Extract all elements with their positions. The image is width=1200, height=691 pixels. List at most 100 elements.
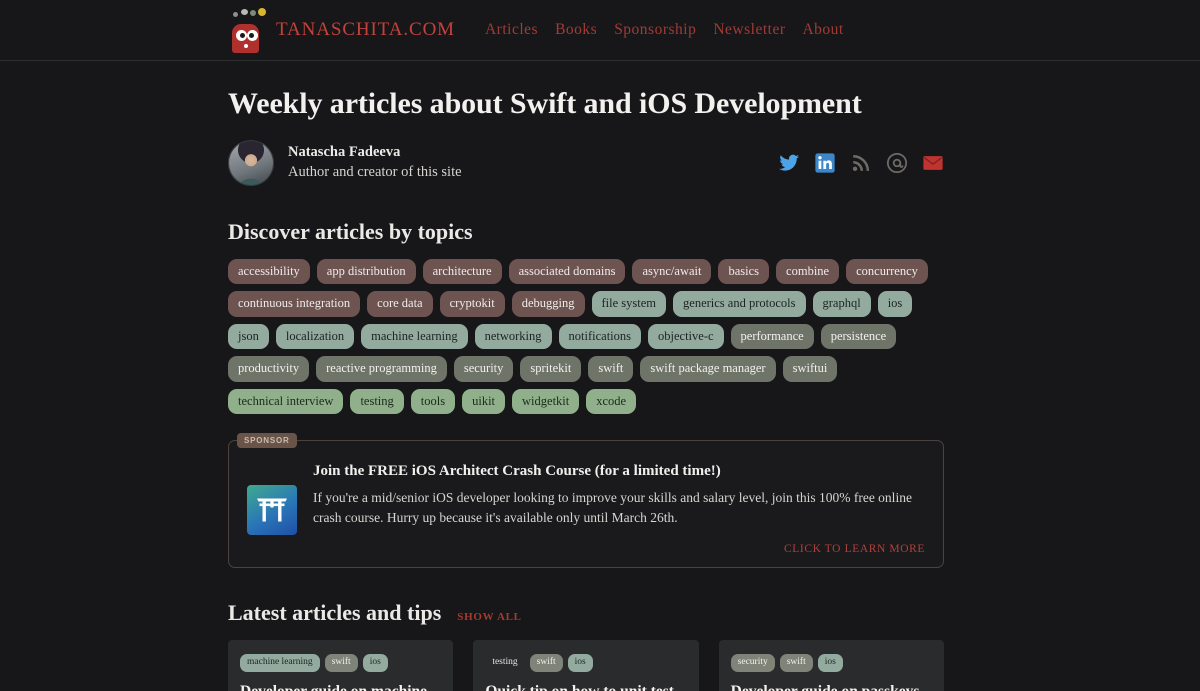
- topic-tag[interactable]: swift: [588, 356, 634, 382]
- topic-tag[interactable]: app distribution: [316, 258, 416, 284]
- rss-icon: [852, 154, 870, 171]
- topic-tag[interactable]: json: [228, 323, 269, 349]
- topic-tag[interactable]: spritekit: [520, 356, 582, 382]
- sponsor-title: Join the FREE iOS Architect Crash Course…: [313, 463, 721, 479]
- article-card-tags: security swift ios: [730, 653, 932, 672]
- sponsor-cta-link[interactable]: CLICK TO LEARN MORE: [313, 543, 925, 555]
- article-card-title: Quick tip on how to unit test Swift opti…: [485, 682, 686, 691]
- topic-tag[interactable]: performance: [730, 323, 814, 349]
- topic-tag[interactable]: cryptokit: [439, 291, 505, 317]
- twitter-link[interactable]: [778, 152, 800, 174]
- topic-tag[interactable]: file system: [591, 291, 667, 317]
- topic-tag[interactable]: localization: [275, 323, 355, 349]
- logo-antenna-dot-1: [233, 12, 238, 17]
- linkedin-link[interactable]: [814, 152, 836, 174]
- logo-antenna-dot-2: [241, 9, 248, 15]
- topic-tag[interactable]: productivity: [228, 356, 310, 382]
- logo-antenna-flower: [258, 8, 266, 16]
- topic-tag[interactable]: associated domains: [508, 258, 626, 284]
- article-card-tags: testing swift ios: [485, 653, 686, 673]
- topics-heading-text: Discover articles by topics: [228, 218, 473, 244]
- main-navigation: Articles Books Sponsorship Newsletter Ab…: [485, 21, 844, 39]
- topic-tag[interactable]: concurrency: [846, 258, 928, 284]
- topic-tag[interactable]: ios: [877, 291, 913, 317]
- avatar: [228, 139, 274, 186]
- article-card-tags: machine learning swift ios: [240, 653, 441, 672]
- article-card-tag[interactable]: swift: [779, 653, 813, 672]
- topics-heading: Discover articles by topics: [228, 219, 944, 245]
- sponsor-description: If you're a mid/senior iOS developer loo…: [313, 490, 912, 526]
- article-card-title: Developer guide on machine learning for …: [240, 682, 441, 691]
- article-card-tag[interactable]: ios: [362, 653, 388, 672]
- linkedin-icon: [815, 152, 835, 173]
- nav-item-books[interactable]: Books: [555, 21, 597, 39]
- topic-tag[interactable]: widgetkit: [512, 388, 580, 414]
- torii-gate-glyph: [257, 498, 287, 522]
- topic-tag[interactable]: continuous integration: [228, 291, 361, 317]
- topic-tag[interactable]: reactive programming: [316, 356, 447, 382]
- topic-tag[interactable]: technical interview: [228, 388, 344, 414]
- email-link[interactable]: [922, 152, 944, 174]
- page-title: Weekly articles about Swift and iOS Deve…: [228, 87, 862, 120]
- topic-tag[interactable]: combine: [776, 258, 840, 284]
- nav-item-articles[interactable]: Articles: [485, 21, 538, 39]
- article-card-tag[interactable]: testing: [485, 654, 524, 673]
- logo-pupil-right: [249, 33, 254, 38]
- topic-tag[interactable]: persistence: [820, 323, 897, 349]
- main-content: Weekly articles about Swift and iOS Deve…: [228, 61, 944, 691]
- topic-tag[interactable]: uikit: [462, 388, 506, 414]
- logo-mouth: [244, 44, 248, 48]
- topic-tag[interactable]: graphql: [812, 291, 871, 317]
- topic-tag[interactable]: security: [453, 356, 514, 382]
- brand-home-link[interactable]: TANASCHITA.COM: [228, 7, 455, 53]
- topic-tag[interactable]: testing: [350, 388, 404, 414]
- article-card[interactable]: machine learningswiftios Developer guide …: [228, 639, 454, 691]
- topic-tag[interactable]: swiftui: [782, 356, 838, 382]
- topic-tag[interactable]: core data: [367, 291, 433, 317]
- latest-articles-heading: Latest articles and tips SHOW ALL: [228, 600, 944, 626]
- topic-tag[interactable]: notifications: [558, 323, 642, 349]
- site-logo-robot-icon: [228, 7, 266, 53]
- topic-tag[interactable]: tools: [410, 388, 456, 414]
- topic-tag[interactable]: basics: [718, 258, 770, 284]
- topic-tag[interactable]: swift package manager: [640, 356, 776, 382]
- topic-tag[interactable]: objective-c: [648, 323, 724, 349]
- sponsor-card[interactable]: SPONSOR Join the FREE iOS Architect Cras…: [228, 433, 944, 568]
- article-card-grid: machine learningswiftiosDeveloper guide …: [228, 639, 944, 691]
- site-header: TANASCHITA.COM Articles Books Sponsorshi…: [0, 0, 1200, 61]
- nav-item-sponsorship[interactable]: Sponsorship: [614, 21, 696, 39]
- topic-tag-cloud: accessibility app distribution architectur…: [228, 258, 928, 414]
- article-card-tag[interactable]: security: [730, 653, 775, 672]
- mastodon-icon: [886, 152, 908, 173]
- author-name: Natascha Fadeeva: [288, 143, 401, 160]
- topic-tag[interactable]: async/await: [632, 258, 712, 284]
- logo-pupil-left: [240, 33, 245, 38]
- topic-tag[interactable]: networking: [474, 323, 552, 349]
- latest-heading-text: Latest articles and tips: [228, 599, 442, 625]
- article-card[interactable]: testing swiftios Quick tip on how to unit …: [473, 639, 699, 691]
- article-card-tag[interactable]: ios: [817, 653, 843, 672]
- topic-tag[interactable]: xcode: [586, 388, 637, 414]
- logo-antenna-dot-3: [250, 10, 256, 16]
- article-card-tag[interactable]: ios: [567, 653, 593, 672]
- author-row: Natascha Fadeeva Author and creator of t…: [228, 139, 944, 187]
- show-all-link[interactable]: SHOW ALL: [457, 611, 521, 623]
- article-card-tag[interactable]: swift: [324, 653, 358, 672]
- email-icon: [923, 155, 943, 170]
- topic-tag[interactable]: accessibility: [228, 258, 310, 284]
- rss-link[interactable]: [850, 152, 872, 174]
- article-card[interactable]: securityswiftios Developer guide on passk…: [718, 639, 944, 691]
- social-links: [778, 152, 944, 174]
- article-card-tag[interactable]: swift: [529, 653, 563, 672]
- article-card-tag[interactable]: machine learning: [240, 653, 320, 672]
- mastodon-link[interactable]: [886, 152, 908, 174]
- torii-gate-icon: [247, 485, 297, 535]
- topic-tag[interactable]: debugging: [511, 291, 585, 317]
- nav-item-about[interactable]: About: [802, 21, 843, 39]
- nav-item-newsletter[interactable]: Newsletter: [713, 21, 785, 39]
- topic-tag[interactable]: generics and protocols: [673, 291, 806, 317]
- brand-name: TANASCHITA.COM: [276, 19, 455, 40]
- topic-tag[interactable]: architecture: [422, 258, 502, 284]
- twitter-icon: [778, 154, 800, 171]
- topic-tag[interactable]: machine learning: [361, 323, 468, 349]
